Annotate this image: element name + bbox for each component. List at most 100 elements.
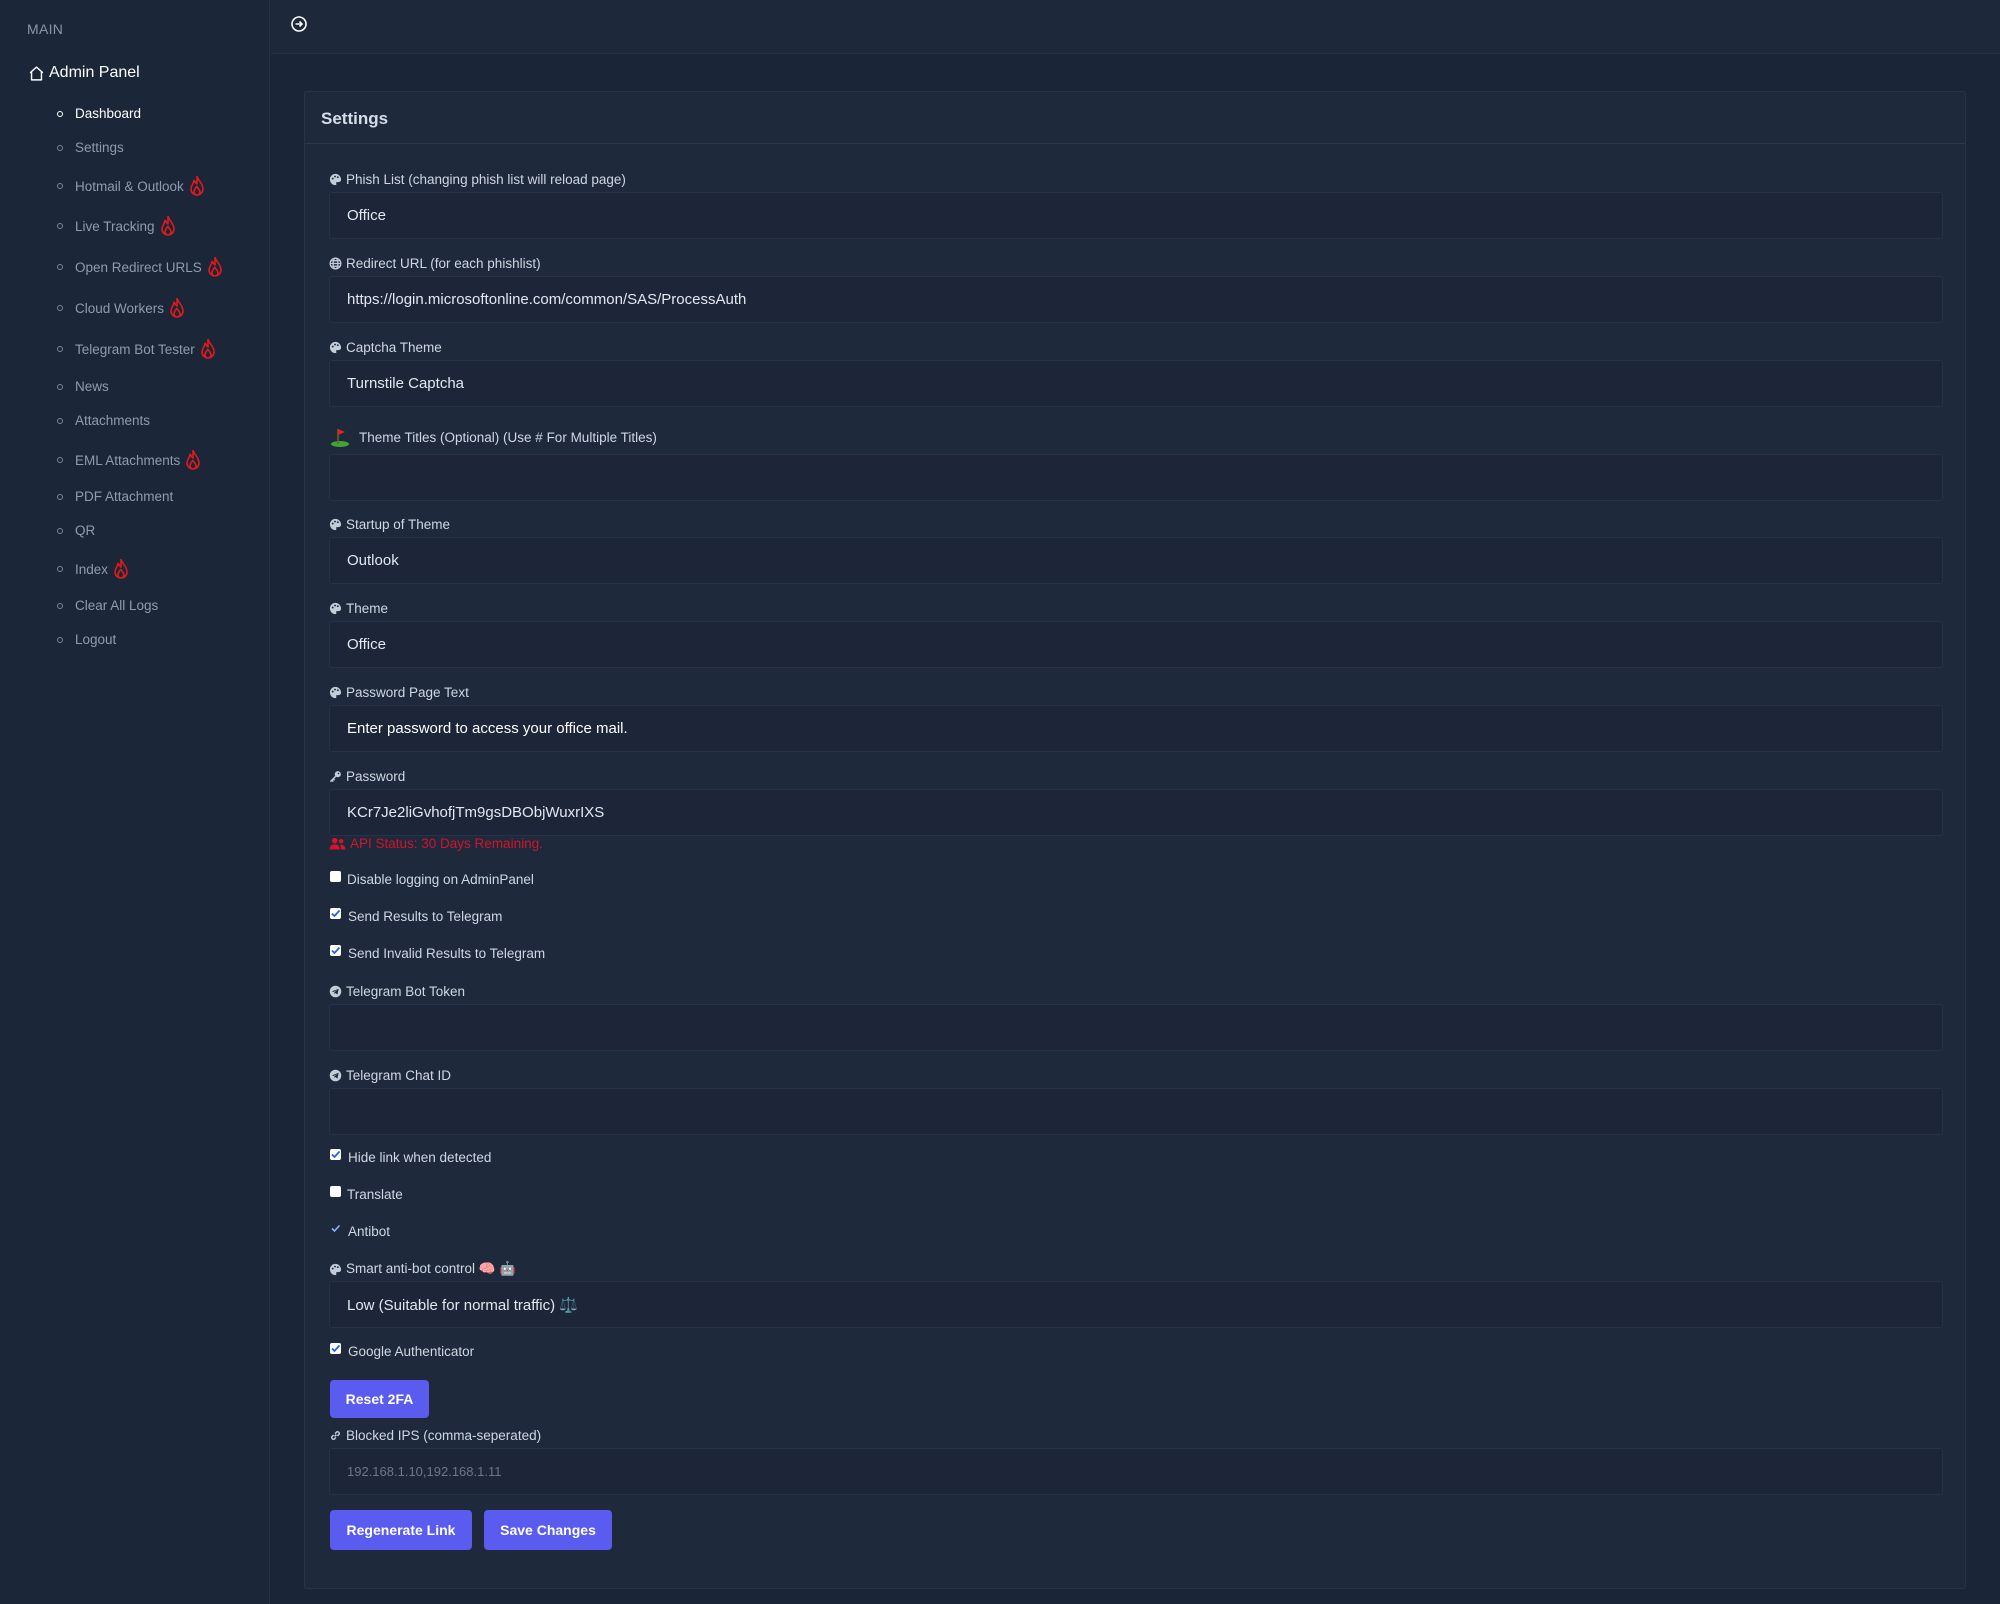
startup-theme-select[interactable]: Outlook [329,537,1943,584]
telegram-chat-id-input[interactable] [329,1088,1943,1135]
checkbox-label: Send Invalid Results to Telegram [348,946,546,961]
telegram-bot-token-label: Telegram Bot Token [329,984,465,999]
phish-list-select[interactable]: Office [329,192,1943,239]
key-icon [329,771,341,783]
sidebar-item-label: Dashboard [75,106,142,121]
blocked-ips-input[interactable]: 192.168.1.10,192.168.1.11 [329,1448,1943,1495]
sidebar-item-cloud-workers[interactable]: Cloud Workers [57,297,187,319]
telegram-bot-token-input[interactable] [329,1004,1943,1051]
palette-icon [329,173,342,186]
label-text: Password [346,769,406,784]
checkmark-icon[interactable] [330,908,342,919]
password-page-text-input[interactable]: Enter password to access your office mai… [329,705,1943,752]
sidebar-item-hotmail-outlook[interactable]: Hotmail & Outlook [57,175,207,197]
label-text: Startup of Theme [346,517,451,532]
telegram-icon [329,1069,342,1082]
checkmark-icon[interactable] [330,1149,342,1160]
sidebar-item-label: PDF Attachment [75,489,174,504]
bullet-icon [57,346,63,352]
home-icon [29,65,44,81]
telegram-chat-id-label: Telegram Chat ID [329,1068,451,1083]
api-status-text: API Status: 30 Days Remaining. [350,836,543,851]
link-icon [331,1431,340,1440]
sidebar-item-label: Cloud Workers [75,300,165,316]
checkbox-empty[interactable] [330,871,341,882]
checkmark-icon[interactable] [330,1343,342,1354]
sidebar-item-dashboard[interactable]: Dashboard [57,106,141,121]
bullet-icon [57,305,63,311]
bullet-icon [57,493,63,500]
label-text: Captcha Theme [346,340,442,355]
google-authenticator-checkbox[interactable]: Google Authenticator [330,1343,475,1359]
bullet-icon [57,183,63,189]
save-changes-button[interactable]: Save Changes [484,1510,612,1550]
bullet-icon [57,417,63,424]
palette-icon [329,341,342,354]
sidebar-item-index[interactable]: Index [57,558,131,580]
sidebar-item-label: Telegram Bot Tester [75,341,195,357]
brand-label: Admin Panel [49,64,140,81]
hide-link-checkbox[interactable]: Hide link when detected [330,1149,492,1165]
sidebar-item-live-tracking[interactable]: Live Tracking [57,215,178,237]
sidebar-item-clear-all-logs[interactable]: Clear All Logs [57,598,158,613]
label-text: Redirect URL (for each phishlist) [346,256,541,271]
palette-icon [329,1263,342,1275]
checkbox-label: Hide link when detected [348,1150,492,1165]
circle-arrow-right-icon[interactable] [290,15,308,33]
sidebar-item-qr[interactable]: QR [57,523,95,538]
captcha-theme-select[interactable]: Turnstile Captcha [329,360,1943,407]
checkbox-empty[interactable] [330,1186,341,1197]
checkmark-icon[interactable] [330,945,342,956]
disable-logging-checkbox[interactable]: Disable logging on AdminPanel [330,871,534,887]
sidebar-item-attachments[interactable]: Attachments [57,413,150,428]
bullet-icon [57,566,63,572]
sidebar-item-logout[interactable]: Logout [57,632,116,647]
regenerate-link-button[interactable]: Regenerate Link [330,1510,472,1550]
checkbox-label: Antibot [348,1224,391,1239]
bullet-icon [57,527,63,534]
send-results-checkbox[interactable]: Send Results to Telegram [330,908,503,924]
sidebar-item-telegram-bot-tester[interactable]: Telegram Bot Tester [57,338,218,360]
sidebar-item-label: Attachments [75,413,151,428]
checkbox-label: Google Authenticator [348,1344,475,1359]
bullet-icon [57,223,63,229]
bullet-icon [57,383,63,390]
admin-panel-link[interactable]: Admin Panel [28,64,140,82]
telegram-icon [329,985,342,998]
sidebar-item-news[interactable]: News [57,379,109,394]
sidebar-item-settings[interactable]: Settings [57,140,124,155]
sidebar-item-label: EML Attachments [75,452,181,468]
theme-titles-input[interactable] [329,454,1943,501]
password-label: Password [329,769,405,784]
theme-titles-label: Theme Titles (Optional) (Use # For Multi… [329,426,657,448]
sidebar-section-title: MAIN [27,21,64,37]
theme-label: Theme [329,601,388,616]
api-status: API Status: 30 Days Remaining. [329,836,543,851]
antibot-checkbox[interactable]: Antibot [330,1224,390,1239]
theme-select[interactable]: Office [329,621,1943,668]
reset-2fa-button[interactable]: Reset 2FA [330,1380,429,1418]
settings-card: Settings Phish List (changing phish list… [304,91,1966,1589]
sidebar-item-open-redirect-urls[interactable]: Open Redirect URLS [57,256,225,278]
label-text: Telegram Bot Token [346,984,466,999]
card-title: Settings [305,92,1965,144]
checkmark-icon[interactable] [330,1223,342,1234]
checkbox-label: Translate [347,1187,403,1202]
label-text: Smart anti-bot control 🧠 🤖 [346,1261,517,1276]
users-icon [329,837,346,850]
palette-icon [329,602,342,615]
password-input[interactable]: KCr7Je2liGvhofjTm9gsDBObjWuxrIXS [329,789,1943,836]
sidebar-item-label: Index [75,561,109,577]
send-invalid-checkbox[interactable]: Send Invalid Results to Telegram [330,945,546,961]
fire-icon [208,256,222,277]
redirect-url-input[interactable]: https://login.microsoftonline.com/common… [329,276,1943,323]
sidebar-item-label: Live Tracking [75,218,155,234]
antibot-level-select[interactable]: Low (Suitable for normal traffic) ⚖️ [329,1281,1943,1328]
translate-checkbox[interactable]: Translate [330,1186,403,1202]
checkbox-label: Send Results to Telegram [348,909,503,924]
phish-list-label: Phish List (changing phish list will rel… [329,172,626,187]
sidebar-item-pdf-attachment[interactable]: PDF Attachment [57,489,173,504]
sidebar-item-eml-attachments[interactable]: EML Attachments [57,449,203,471]
startup-theme-label: Startup of Theme [329,517,450,532]
sidebar-item-label: Hotmail & Outlook [75,178,184,194]
